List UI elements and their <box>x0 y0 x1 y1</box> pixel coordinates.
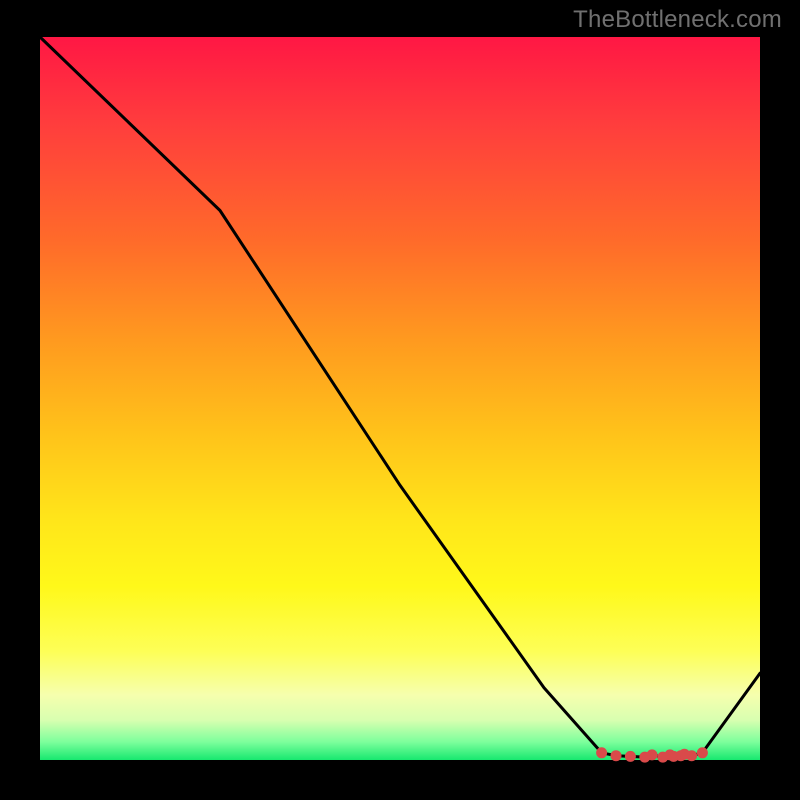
optimum-marker <box>647 750 657 760</box>
optimum-marker <box>697 748 707 758</box>
optimum-marker <box>611 751 621 761</box>
chart-svg <box>0 0 800 800</box>
optimum-marker <box>687 751 697 761</box>
optimum-marker <box>625 751 635 761</box>
plot-background <box>40 37 760 760</box>
optimum-marker <box>597 748 607 758</box>
chart-container: TheBottleneck.com <box>0 0 800 800</box>
